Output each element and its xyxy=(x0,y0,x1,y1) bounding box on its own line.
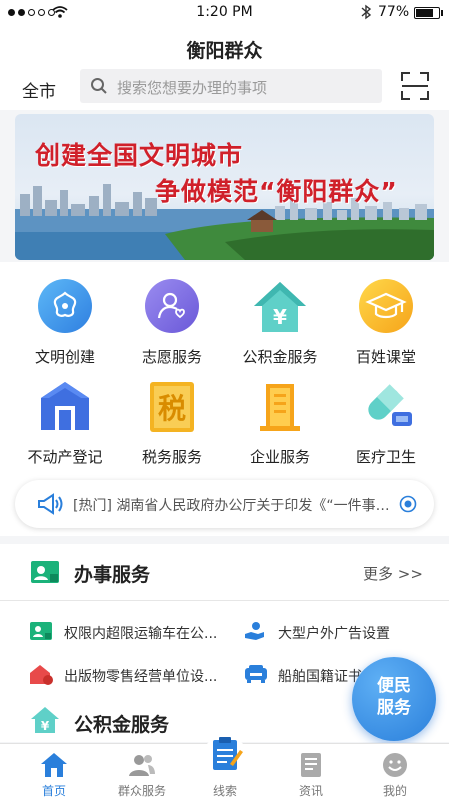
fab-line-1: 便民 xyxy=(377,676,411,696)
grid-label: 企业服务 xyxy=(249,448,310,466)
grid-item-wenming[interactable]: 文明创建 xyxy=(15,278,115,367)
status-bar: 1:20 PM 77% xyxy=(0,0,449,26)
search-placeholder: 搜索您想要办理的事项 xyxy=(117,79,268,97)
svg-text:税: 税 xyxy=(158,392,186,425)
bluetooth-icon xyxy=(361,4,372,20)
grid-item-budongchan[interactable]: 不动产登记 xyxy=(15,378,115,467)
grid-item-ketang[interactable]: 百姓课堂 xyxy=(336,278,436,367)
grid-label: 志愿服务 xyxy=(141,348,202,366)
search-input[interactable]: 搜索您想要办理的事项 xyxy=(80,69,382,103)
grid-item-gongjijin[interactable]: ¥ 公积金服务 xyxy=(230,278,330,367)
fund-icon: ¥ xyxy=(31,707,59,733)
city-selector[interactable]: 全市 xyxy=(22,77,56,102)
enterprise-icon xyxy=(252,378,308,434)
megaphone-icon xyxy=(38,493,63,515)
promo-banner[interactable]: 创建全国文明城市 争做模范“衡阳群众” xyxy=(15,114,434,260)
service-item[interactable]: 出版物零售经营单位设... xyxy=(64,666,217,686)
grid-item-zhiyuan[interactable]: 志愿服务 xyxy=(122,278,222,367)
battery-percent: 77% xyxy=(378,4,410,20)
service-grid: 文明创建 志愿服务 ¥ 公积金服务 百姓课堂 不动产登记 税 税务服务 企业服务… xyxy=(0,262,449,472)
building-icon xyxy=(37,378,93,434)
hand-person-icon xyxy=(245,622,264,640)
section-title: 办事服务 xyxy=(74,564,151,586)
svg-text:¥: ¥ xyxy=(273,305,287,329)
banner-headline-1: 创建全国文明城市 xyxy=(35,141,244,170)
graduation-cap-icon xyxy=(358,278,414,334)
grid-label: 税务服务 xyxy=(141,448,202,466)
tab-label: 资讯 xyxy=(298,784,323,798)
tab-label: 群众服务 xyxy=(117,784,166,798)
pill-icon xyxy=(358,378,414,434)
news-icon xyxy=(301,753,321,777)
tab-news[interactable]: 资讯 xyxy=(266,744,356,800)
flower-icon xyxy=(37,278,93,334)
service-item[interactable]: 权限内超限运输车在公... xyxy=(64,623,217,643)
more-link[interactable]: 更多 >> xyxy=(363,563,423,584)
clipboard-icon xyxy=(204,734,246,776)
service-item[interactable]: 大型户外广告设置 xyxy=(278,623,390,643)
tax-icon: 税 xyxy=(144,378,200,434)
smile-icon xyxy=(383,753,407,777)
tab-mine[interactable]: 我的 xyxy=(350,744,440,800)
grid-label: 百姓课堂 xyxy=(355,348,416,366)
tab-bar: 首页 群众服务 线索 资讯 我的 xyxy=(0,734,449,800)
grid-label: 公积金服务 xyxy=(242,348,318,366)
header: 衡阳群众 全市 搜索您想要办理的事项 xyxy=(0,26,449,110)
tab-label: 线索 xyxy=(212,784,237,798)
page-title: 衡阳群众 xyxy=(186,40,263,62)
home-icon xyxy=(41,753,67,777)
convenience-service-button[interactable]: 便民 服务 xyxy=(352,657,436,741)
people-icon xyxy=(129,755,155,776)
house-alert-icon xyxy=(30,665,53,685)
notice-section: [热门] 湖南省人民政府办公厅关于印发《“一件事… xyxy=(0,472,449,536)
tab-label: 我的 xyxy=(382,784,407,798)
grid-label: 不动产登记 xyxy=(27,448,103,466)
notice-text: [热门] 湖南省人民政府办公厅关于印发《“一件事… xyxy=(73,498,390,514)
vehicle-icon xyxy=(245,665,267,683)
svg-text:¥: ¥ xyxy=(41,719,50,733)
grid-label: 文明创建 xyxy=(34,348,95,366)
volunteer-icon xyxy=(144,278,200,334)
grid-item-yiliao[interactable]: 医疗卫生 xyxy=(336,378,436,467)
fund-house-icon: ¥ xyxy=(252,278,308,334)
tab-label: 首页 xyxy=(41,784,66,798)
scan-icon[interactable] xyxy=(401,72,429,100)
tab-home[interactable]: 首页 xyxy=(9,744,99,800)
service-card-icon xyxy=(31,561,59,583)
grid-item-shuiwu[interactable]: 税 税务服务 xyxy=(122,378,222,467)
tab-clues[interactable]: 线索 xyxy=(180,734,270,800)
notice-target-icon[interactable] xyxy=(399,495,417,513)
fab-line-2: 服务 xyxy=(377,698,411,718)
notice-bar[interactable]: [热门] 湖南省人民政府办公厅关于印发《“一件事… xyxy=(15,480,434,528)
section-title: 公积金服务 xyxy=(74,714,170,736)
id-card-icon xyxy=(30,622,52,640)
search-icon xyxy=(91,78,107,94)
grid-label: 医疗卫生 xyxy=(355,448,416,466)
battery-icon xyxy=(414,7,440,19)
grid-item-qiye[interactable]: 企业服务 xyxy=(230,378,330,467)
service-item[interactable]: 船舶国籍证书 xyxy=(278,666,362,686)
banner-headline-2: 争做模范“衡阳群众” xyxy=(155,177,398,206)
tab-people[interactable]: 群众服务 xyxy=(97,744,187,800)
